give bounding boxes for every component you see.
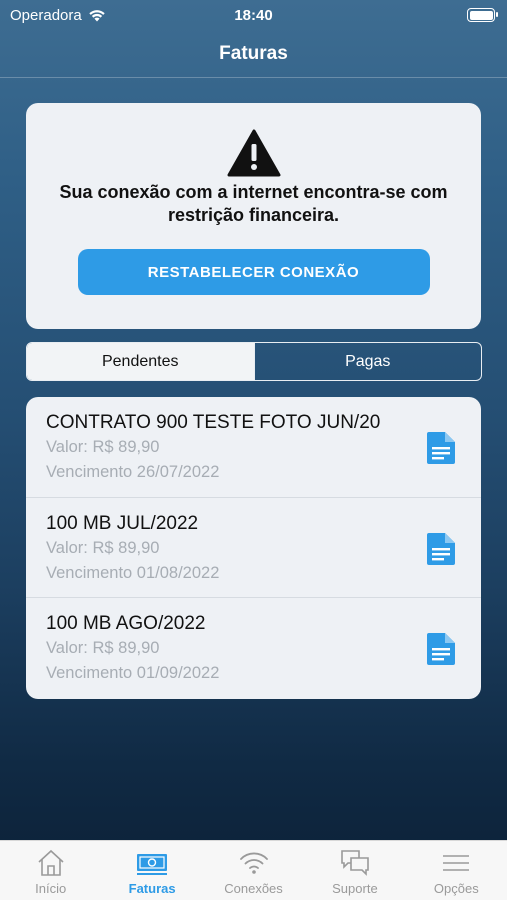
invoice-due-date: Vencimento 26/07/2022 bbox=[46, 463, 220, 481]
connection-alert-card: Sua conexão com a internet encontra-se c… bbox=[26, 103, 481, 329]
invoice-list: CONTRATO 900 TESTE FOTO JUN/20 Valor: R$… bbox=[26, 397, 481, 699]
chat-icon bbox=[341, 850, 369, 876]
warning-icon bbox=[227, 129, 280, 177]
document-icon[interactable] bbox=[427, 432, 455, 464]
page-title: Faturas bbox=[0, 30, 507, 78]
battery-level bbox=[469, 10, 493, 20]
tab-conexoes[interactable]: Conexões bbox=[203, 841, 304, 900]
tab-label: Faturas bbox=[128, 881, 176, 896]
invoice-title: CONTRATO 900 TESTE FOTO JUN/20 bbox=[46, 412, 381, 433]
invoice-value: Valor: R$ 89,90 bbox=[46, 438, 160, 456]
invoice-row[interactable]: 100 MB JUL/2022 Valor: R$ 89,90 Vencimen… bbox=[26, 498, 481, 599]
carrier-name: Operadora bbox=[10, 6, 82, 24]
invoice-title: 100 MB AGO/2022 bbox=[46, 613, 206, 635]
invoice-value: Valor: R$ 89,90 bbox=[46, 538, 160, 557]
tab-inicio[interactable]: Início bbox=[0, 841, 101, 900]
battery-icon bbox=[467, 8, 498, 22]
invoice-value: Valor: R$ 89,90 bbox=[46, 639, 160, 658]
wifi-signal-icon bbox=[89, 9, 105, 21]
segment-pending[interactable]: Pendentes bbox=[27, 343, 254, 380]
tab-suporte[interactable]: Suporte bbox=[304, 841, 405, 900]
invoice-due-date: Vencimento 01/08/2022 bbox=[46, 563, 220, 582]
document-icon[interactable] bbox=[427, 532, 455, 565]
wifi-icon bbox=[239, 852, 268, 874]
tab-bar: Início Faturas Conexões Suporte Opções bbox=[0, 840, 507, 900]
alert-message: Sua conexão com a internet encontra-se c… bbox=[59, 182, 448, 225]
restore-connection-button[interactable]: RESTABELECER CONEXÃO bbox=[77, 249, 430, 295]
document-icon[interactable] bbox=[427, 633, 455, 666]
invoice-title: 100 MB JUL/2022 bbox=[46, 512, 199, 534]
tab-label: Opções bbox=[433, 881, 479, 896]
menu-icon bbox=[443, 855, 470, 871]
invoice-row[interactable]: 100 MB AGO/2022 Valor: R$ 89,90 Vencimen… bbox=[26, 598, 481, 699]
segment-paid[interactable]: Pagas bbox=[253, 343, 482, 380]
tab-opcoes[interactable]: Opções bbox=[406, 841, 507, 900]
home-icon bbox=[38, 849, 64, 876]
tab-label: Suporte bbox=[332, 881, 378, 896]
invoice-status-segmented-control: Pendentes Pagas bbox=[26, 342, 482, 381]
invoice-due-date: Vencimento 01/09/2022 bbox=[46, 664, 220, 683]
status-left: Operadora bbox=[10, 7, 106, 24]
tab-label: Início bbox=[35, 881, 67, 896]
status-bar: Operadora 18:40 bbox=[0, 0, 507, 30]
tab-faturas[interactable]: Faturas bbox=[101, 841, 202, 900]
tab-label: Conexões bbox=[224, 881, 283, 896]
invoice-row[interactable]: CONTRATO 900 TESTE FOTO JUN/20 Valor: R$… bbox=[26, 397, 481, 498]
money-icon bbox=[137, 854, 168, 875]
